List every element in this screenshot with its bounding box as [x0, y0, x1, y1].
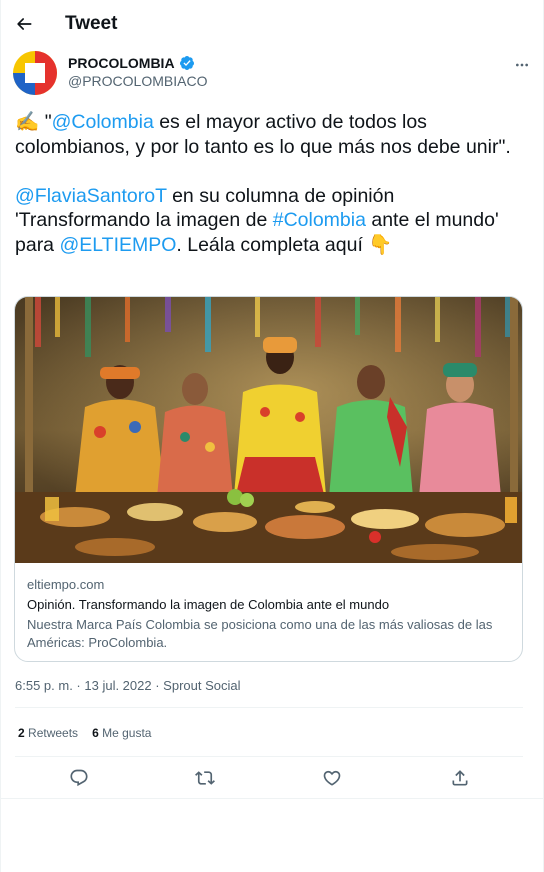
author-name[interactable]: PROCOLOMBIA [68, 55, 195, 71]
tweet-page: Tweet PROCOLOMBIA @PROCOLOMBIACO ✍️ "@Co… [0, 0, 544, 872]
below-tweet-area [1, 798, 544, 872]
page-title: Tweet [65, 13, 118, 34]
reply-icon [70, 769, 88, 787]
tweet-actions [15, 758, 523, 798]
mention-eltiempo[interactable]: @ELTIEMPO [59, 234, 176, 256]
header: Tweet [1, 0, 544, 50]
retweet-button[interactable] [193, 766, 217, 790]
tweet-time[interactable]: 6:55 p. m. [15, 678, 73, 693]
mention-colombia[interactable]: @Colombia [52, 111, 154, 133]
share-icon [452, 770, 468, 786]
author-name-text: PROCOLOMBIA [68, 55, 175, 71]
mention-flaviasantorot[interactable]: @FlaviaSantoroT [15, 185, 167, 207]
more-icon [516, 63, 528, 67]
tweet-stats: 2 Retweets 6 Me gusta [18, 726, 151, 740]
card-domain: eltiempo.com [27, 577, 105, 592]
tweet-author: PROCOLOMBIA @PROCOLOMBIACO [13, 50, 533, 100]
card-description: Nuestra Marca País Colombia se posiciona… [27, 617, 493, 650]
like-icon [323, 770, 341, 786]
procolombia-logo [13, 51, 57, 95]
retweets-label: Retweets [28, 726, 79, 740]
avatar[interactable] [13, 51, 57, 95]
back-button[interactable] [11, 10, 37, 38]
arrow-left-icon [17, 18, 32, 30]
more-button[interactable] [511, 55, 533, 75]
divider [15, 756, 523, 757]
likes-stat[interactable]: 6 Me gusta [92, 726, 151, 740]
card-image [15, 297, 522, 563]
meta-separator: · [72, 678, 85, 693]
tweet-source[interactable]: Sprout Social [163, 678, 240, 693]
retweets-count: 2 [18, 726, 25, 740]
tweet-text: ✍️ "@Colombia es el mayor activo de todo… [15, 110, 515, 257]
reply-button[interactable] [67, 766, 91, 790]
retweets-stat[interactable]: 2 Retweets [18, 726, 78, 740]
verified-badge-icon [179, 56, 194, 70]
likes-count: 6 [92, 726, 99, 740]
tweet-date[interactable]: 13 jul. 2022 [84, 678, 151, 693]
divider [15, 707, 523, 708]
tweet-meta: 6:55 p. m. · 13 jul. 2022 · Sprout Socia… [15, 678, 241, 693]
likes-label: Me gusta [102, 726, 152, 740]
writing-hand-emoji: ✍️ [15, 111, 40, 133]
meta-separator: · [151, 678, 164, 693]
like-button[interactable] [320, 766, 344, 790]
retweet-icon [195, 771, 215, 785]
share-button[interactable] [448, 766, 472, 790]
tweet-quote-open: " [39, 111, 52, 133]
hashtag-colombia[interactable]: #Colombia [273, 209, 366, 231]
author-handle[interactable]: @PROCOLOMBIACO [68, 73, 207, 89]
pointing-down-emoji: 👇 [368, 233, 393, 256]
tweet-text-part: . Leála completa aquí [176, 233, 369, 256]
card-title: Opinión. Transformando la imagen de Colo… [27, 597, 390, 612]
link-card[interactable]: eltiempo.com Opinión. Transformando la i… [14, 296, 523, 662]
